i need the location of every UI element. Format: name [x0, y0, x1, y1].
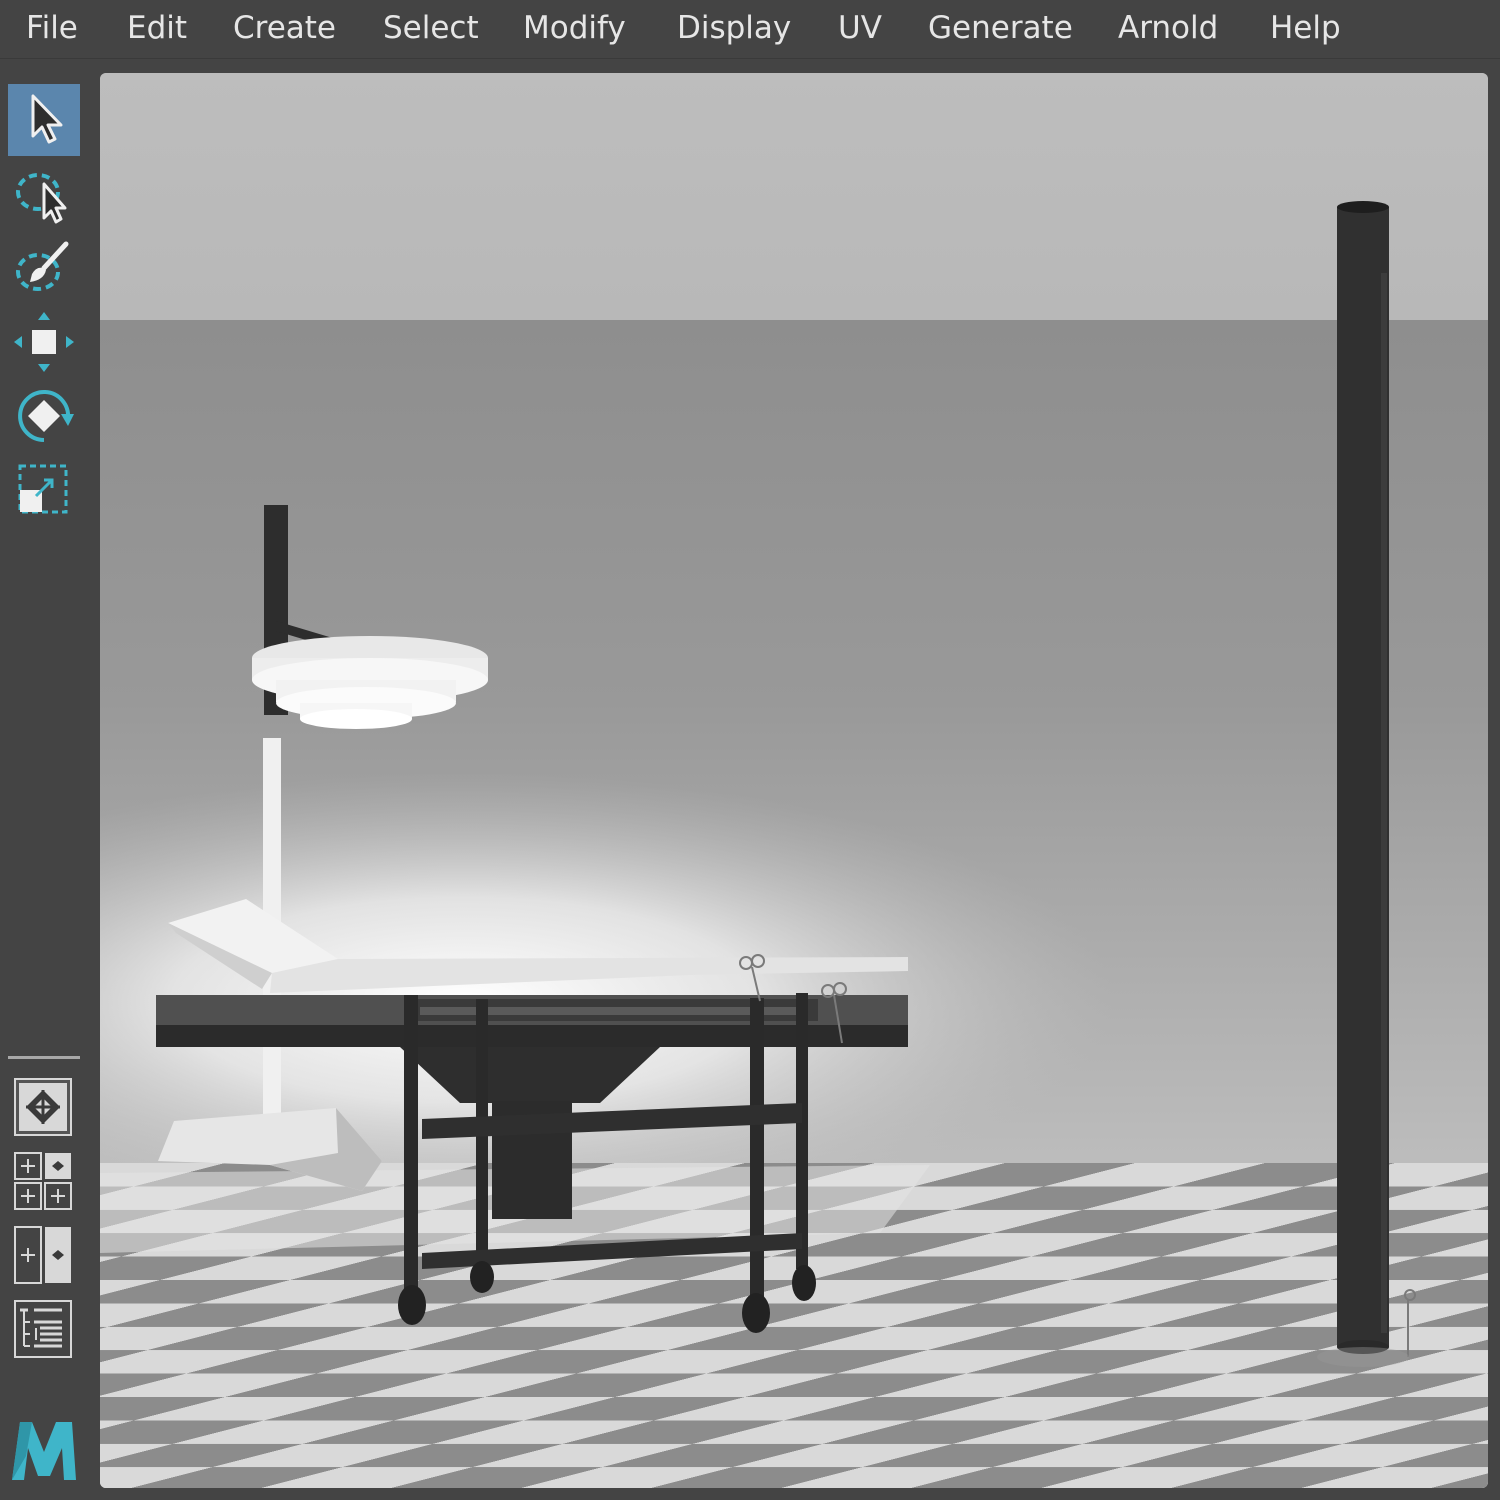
maya-logo-icon [12, 1422, 76, 1480]
paint-select-icon [16, 241, 69, 291]
menu-edit[interactable]: Edit [127, 0, 187, 58]
toolbox-divider [8, 1056, 80, 1059]
lasso-tool-button[interactable] [8, 158, 80, 230]
rotate-icon [18, 390, 74, 442]
maya-logo [10, 1416, 78, 1484]
menu-arnold[interactable]: Arnold [1118, 0, 1218, 58]
four-view-layout-button[interactable] [14, 1152, 72, 1210]
scale-tool-button[interactable] [8, 454, 80, 526]
menu-file[interactable]: File [26, 0, 78, 58]
paint-select-tool-button[interactable] [8, 232, 80, 304]
menu-create[interactable]: Create [233, 0, 336, 58]
single-perspective-view-button[interactable] [14, 1078, 72, 1136]
rotate-tool-button[interactable] [8, 380, 80, 452]
arrow-cursor-icon [31, 94, 63, 144]
four-panel-layout-icon [14, 1152, 72, 1210]
outliner-icon [14, 1300, 72, 1358]
menu-uv[interactable]: UV [838, 0, 882, 58]
move-tool-button[interactable] [8, 306, 80, 378]
two-view-layout-button[interactable] [14, 1226, 72, 1284]
move-icon [14, 312, 74, 372]
rendered-scene [100, 73, 1488, 1488]
menu-generate[interactable]: Generate [928, 0, 1073, 58]
viewport[interactable] [100, 73, 1488, 1488]
checker-floor [100, 1163, 1488, 1488]
outliner-layout-button[interactable] [14, 1300, 72, 1358]
menu-bar: File Edit Create Select Modify Display U… [0, 0, 1500, 59]
menu-modify[interactable]: Modify [523, 0, 626, 58]
two-panel-layout-icon [14, 1226, 71, 1284]
perspective-view-icon [19, 1083, 67, 1131]
menu-help[interactable]: Help [1270, 0, 1341, 58]
toolbox [0, 60, 92, 1500]
select-tool-button[interactable] [8, 84, 80, 156]
menu-display[interactable]: Display [677, 0, 791, 58]
menu-select[interactable]: Select [383, 0, 479, 58]
scale-icon [18, 464, 68, 514]
lasso-select-icon [16, 173, 67, 224]
